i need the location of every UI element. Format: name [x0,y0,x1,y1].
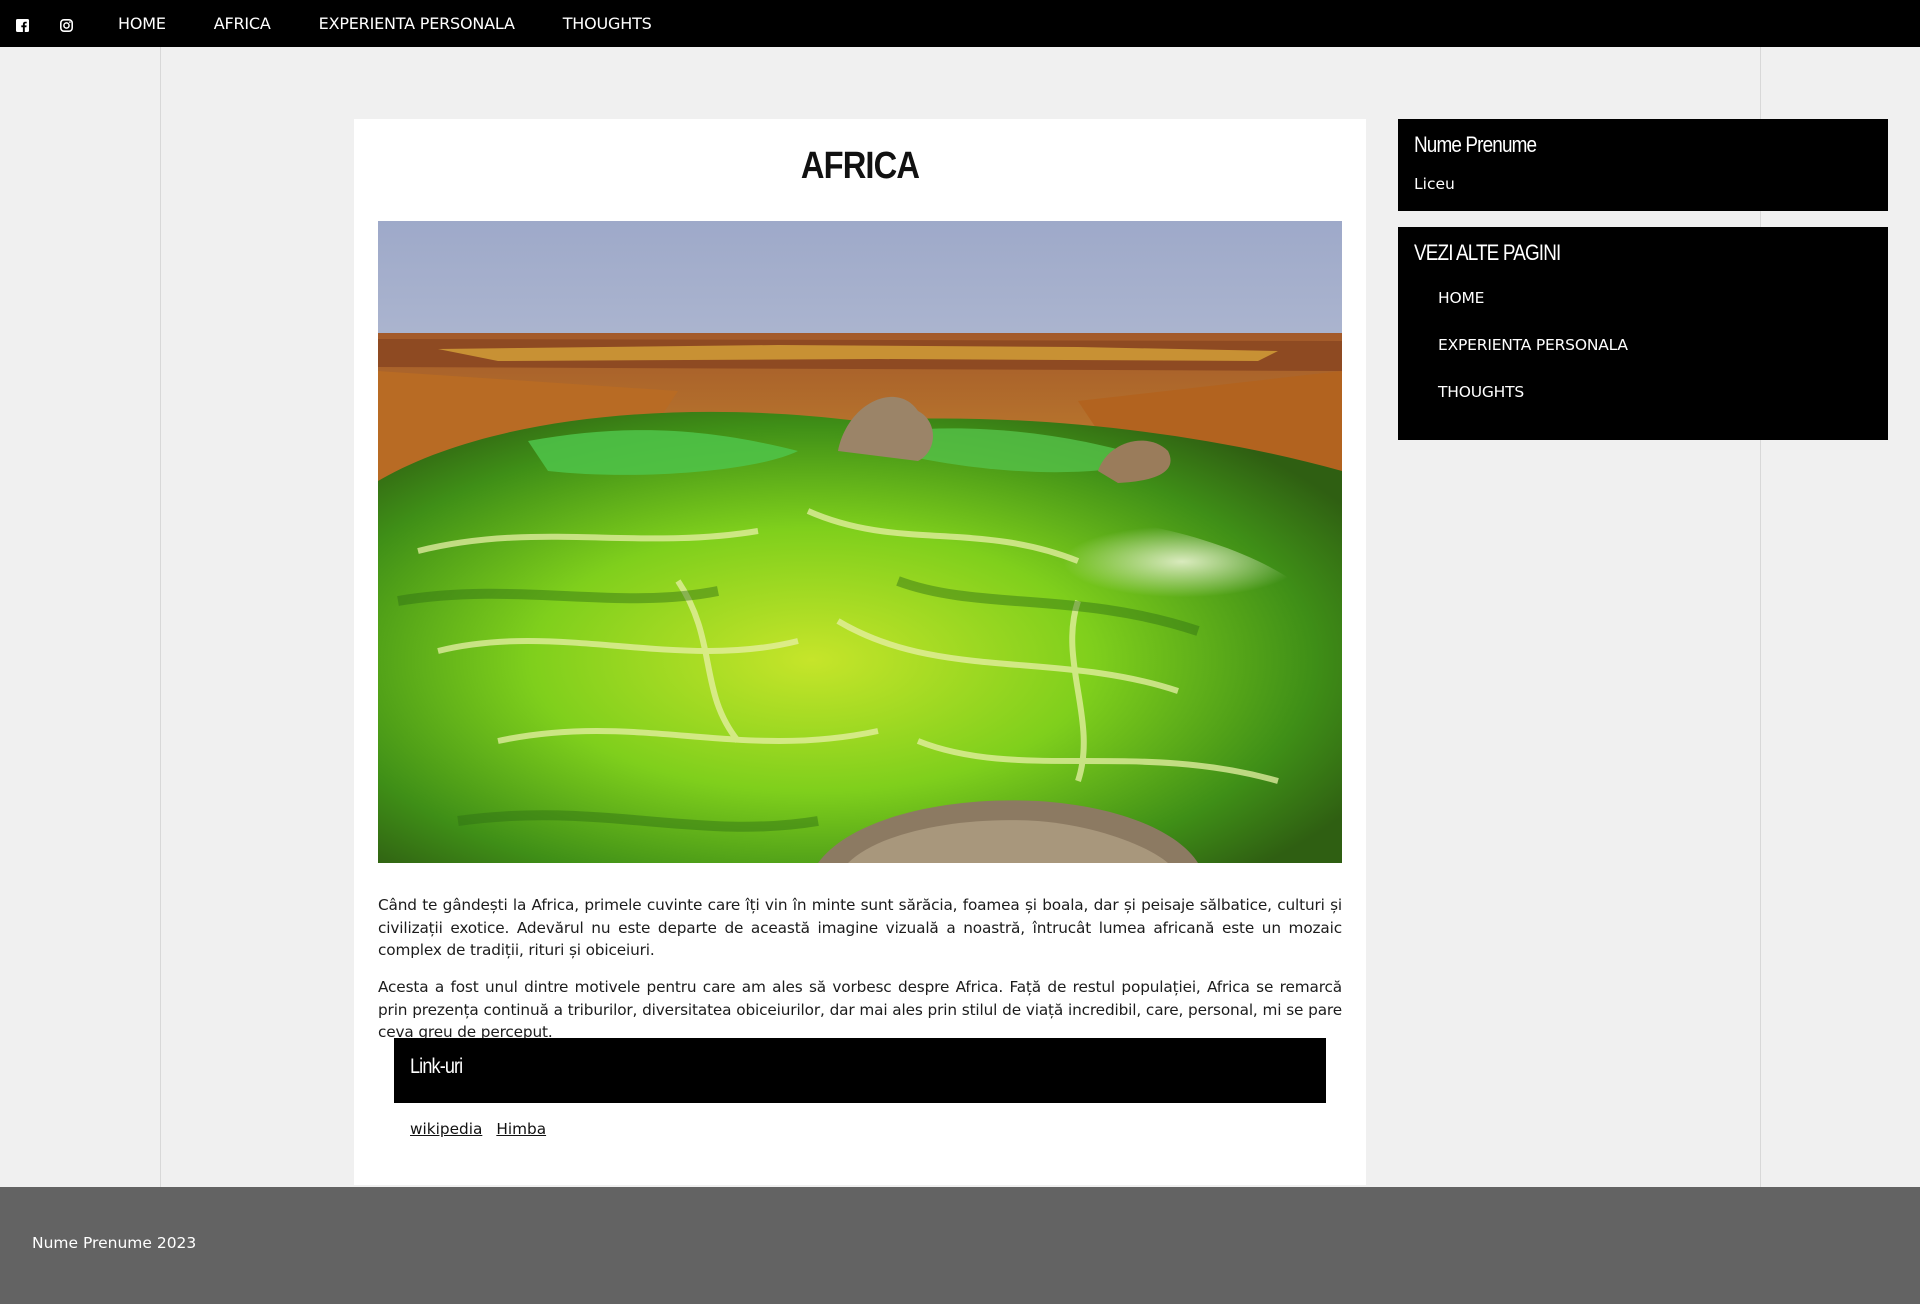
article-card: AFRICA Când te gândești la Africa, prime… [354,119,1366,1185]
page-container: AFRICA Când te gândești la Africa, prime… [160,47,1888,1187]
other-pages-widget: VEZI ALTE PAGINI HOME EXPERIENTA PERSONA… [1398,227,1888,440]
link-himba[interactable]: Himba [496,1120,546,1138]
facebook-icon[interactable] [16,17,29,32]
nav-thoughts[interactable]: THOUGHTS [563,14,652,33]
links-list: wikipedia Himba [410,1120,560,1138]
profile-school: Liceu [1414,175,1455,193]
links-title: Link-uri [410,1055,463,1078]
other-pages-list: HOME EXPERIENTA PERSONALA THOUGHTS [1438,289,1628,430]
nav-home[interactable]: HOME [118,14,166,33]
sidebar-item-home[interactable]: HOME [1438,289,1628,308]
social-links [16,17,104,32]
article-paragraph: Acesta a fost unul dintre motivele pentr… [378,978,1342,1041]
footer-copyright: Nume Prenume 2023 [32,1234,197,1252]
hero-image [378,221,1342,863]
page-title: AFRICA [800,145,920,187]
nav-africa[interactable]: AFRICA [214,14,271,33]
footer: Nume Prenume 2023 [0,1187,1920,1304]
links-header: Link-uri [394,1038,1326,1103]
instagram-icon[interactable] [60,17,73,32]
profile-widget: Nume Prenume Liceu [1398,119,1888,211]
profile-name: Nume Prenume [1414,132,1537,157]
sidebar-item-thoughts[interactable]: THOUGHTS [1438,383,1628,402]
article-paragraph: Când te gândești la Africa, primele cuvi… [378,896,1342,959]
nav-experienta-personala[interactable]: EXPERIENTA PERSONALA [319,14,515,33]
other-pages-title: VEZI ALTE PAGINI [1414,240,1561,265]
main-nav: HOME AFRICA EXPERIENTA PERSONALA THOUGHT… [118,14,700,33]
sidebar-item-experienta-personala[interactable]: EXPERIENTA PERSONALA [1438,336,1628,355]
link-wikipedia[interactable]: wikipedia [410,1120,482,1138]
top-navigation-bar: HOME AFRICA EXPERIENTA PERSONALA THOUGHT… [0,0,1920,47]
